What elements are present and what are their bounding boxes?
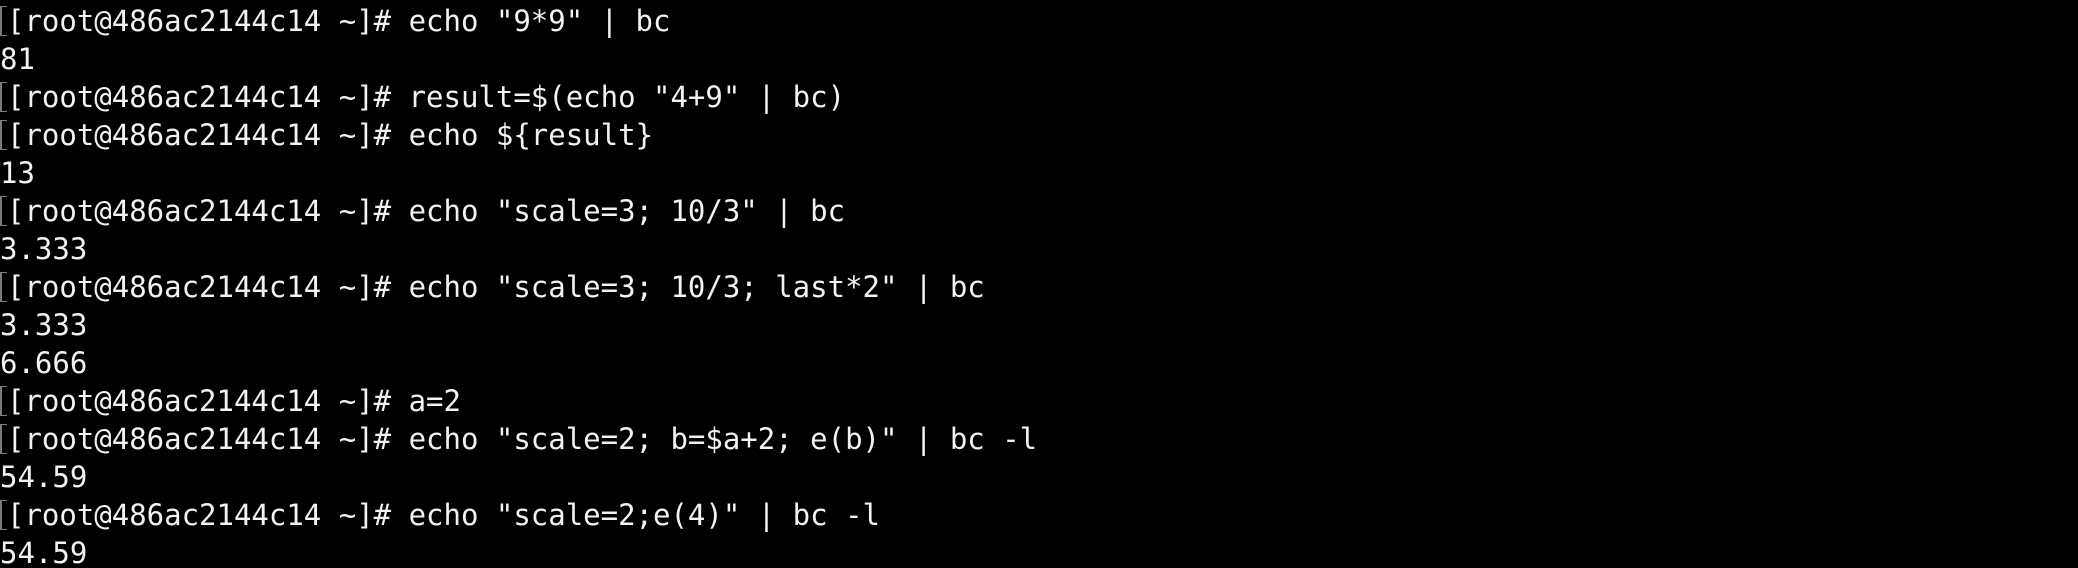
terminal-line-input: [root@486ac2144c14 ~]# echo "9*9" | bc — [0, 2, 2078, 40]
command-output: 3.333 — [0, 232, 88, 266]
command-output: 81 — [0, 42, 35, 76]
terminal-line-output: 81 — [0, 40, 2078, 78]
terminal-window[interactable]: [root@486ac2144c14 ~]# echo "9*9" | bc 8… — [0, 0, 2078, 568]
command-output: 6.666 — [0, 346, 88, 380]
shell-prompt: [root@486ac2144c14 ~]# — [7, 498, 409, 532]
command-text: echo "scale=3; 10/3; last*2" | bc — [408, 270, 985, 304]
shell-prompt: [root@486ac2144c14 ~]# — [7, 4, 409, 38]
terminal-line-output: 13 — [0, 154, 2078, 192]
terminal-line-input: [root@486ac2144c14 ~]# echo "scale=3; 10… — [0, 268, 2078, 306]
terminal-line-input: [root@486ac2144c14 ~]# echo "scale=3; 10… — [0, 192, 2078, 230]
terminal-line-input: [root@486ac2144c14 ~]# a=2 — [0, 382, 2078, 420]
command-text: echo "scale=2; b=$a+2; e(b)" | bc -l — [408, 422, 1038, 456]
command-text: result=$(echo "4+9" | bc) — [408, 80, 846, 114]
terminal-line-input: [root@486ac2144c14 ~]# echo ${result} — [0, 116, 2078, 154]
terminal-line-output: 54.59 — [0, 534, 2078, 568]
command-output: 54.59 — [0, 460, 88, 494]
shell-prompt: [root@486ac2144c14 ~]# — [7, 118, 409, 152]
prompt-mark-icon — [0, 6, 7, 36]
prompt-mark-icon — [0, 500, 7, 530]
terminal-line-input: [root@486ac2144c14 ~]# result=$(echo "4+… — [0, 78, 2078, 116]
command-output: 13 — [0, 156, 35, 190]
prompt-mark-icon — [0, 424, 7, 454]
shell-prompt: [root@486ac2144c14 ~]# — [7, 270, 409, 304]
prompt-mark-icon — [0, 386, 7, 416]
prompt-mark-icon — [0, 120, 7, 150]
shell-prompt: [root@486ac2144c14 ~]# — [7, 80, 409, 114]
terminal-line-output: 6.666 — [0, 344, 2078, 382]
command-text: echo ${result} — [408, 118, 654, 152]
shell-prompt: [root@486ac2144c14 ~]# — [7, 384, 409, 418]
terminal-line-output: 3.333 — [0, 306, 2078, 344]
prompt-mark-icon — [0, 82, 7, 112]
command-text: echo "9*9" | bc — [408, 4, 671, 38]
shell-prompt: [root@486ac2144c14 ~]# — [7, 422, 409, 456]
prompt-mark-icon — [0, 272, 7, 302]
command-text: echo "scale=2;e(4)" | bc -l — [408, 498, 880, 532]
shell-prompt: [root@486ac2144c14 ~]# — [7, 194, 409, 228]
terminal-line-input: [root@486ac2144c14 ~]# echo "scale=2; b=… — [0, 420, 2078, 458]
terminal-line-output: 3.333 — [0, 230, 2078, 268]
command-text: a=2 — [408, 384, 461, 418]
prompt-mark-icon — [0, 196, 7, 226]
command-output: 3.333 — [0, 308, 88, 342]
command-output: 54.59 — [0, 536, 88, 568]
terminal-line-output: 54.59 — [0, 458, 2078, 496]
command-text: echo "scale=3; 10/3" | bc — [408, 194, 846, 228]
terminal-line-input: [root@486ac2144c14 ~]# echo "scale=2;e(4… — [0, 496, 2078, 534]
